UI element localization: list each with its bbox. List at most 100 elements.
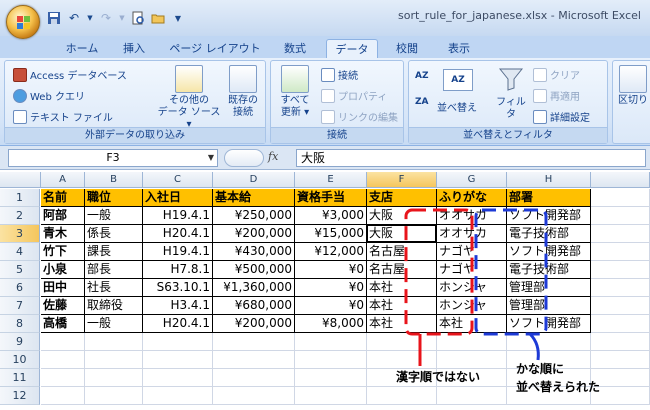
print-preview-icon[interactable]: [130, 10, 146, 26]
data-cell[interactable]: 本社: [437, 315, 507, 333]
access-button[interactable]: Access データベース: [13, 67, 127, 82]
column-header-b[interactable]: B: [85, 172, 143, 188]
data-cell[interactable]: 一般: [85, 315, 143, 333]
row-header-9[interactable]: 9: [0, 333, 40, 351]
header-cell[interactable]: 部署: [507, 189, 591, 207]
data-cell[interactable]: 阿部: [41, 207, 85, 225]
sort-button[interactable]: 並べ替え: [437, 99, 477, 114]
tab-data[interactable]: データ: [326, 39, 378, 58]
data-cell[interactable]: 取締役: [85, 297, 143, 315]
empty-cell[interactable]: [591, 315, 650, 333]
column-header-e[interactable]: E: [295, 172, 367, 188]
tab-page-layout[interactable]: ページ レイアウト: [166, 39, 264, 58]
row-header-10[interactable]: 10: [0, 351, 40, 369]
data-cell[interactable]: 一般: [85, 207, 143, 225]
empty-cell[interactable]: [591, 261, 650, 279]
refresh-all-button[interactable]: すべて 更新 ▾: [275, 65, 315, 119]
select-all-corner[interactable]: [0, 172, 41, 188]
empty-cell[interactable]: [437, 351, 507, 369]
reapply-button[interactable]: 再適用: [533, 88, 580, 103]
data-cell[interactable]: ナゴヤ: [437, 243, 507, 261]
data-cell[interactable]: ¥8,000: [295, 315, 367, 333]
data-cell[interactable]: 課長: [85, 243, 143, 261]
empty-cell[interactable]: [143, 369, 213, 387]
data-cell[interactable]: ナゴヤ: [437, 261, 507, 279]
empty-cell[interactable]: [591, 225, 650, 243]
empty-cell[interactable]: [213, 333, 295, 351]
row-header-4[interactable]: 4: [0, 243, 40, 261]
empty-cell[interactable]: [437, 333, 507, 351]
empty-cell[interactable]: [591, 189, 650, 207]
row-header-5[interactable]: 5: [0, 261, 40, 279]
data-cell[interactable]: 本社: [367, 279, 437, 297]
header-cell[interactable]: 支店: [367, 189, 437, 207]
open-icon[interactable]: [150, 10, 166, 26]
data-cell[interactable]: 田中: [41, 279, 85, 297]
data-cell[interactable]: 管理部: [507, 297, 591, 315]
formula-bar-expand[interactable]: [224, 149, 264, 167]
row-header-2[interactable]: 2: [0, 207, 40, 225]
empty-cell[interactable]: [41, 333, 85, 351]
data-cell[interactable]: 佐藤: [41, 297, 85, 315]
empty-cell[interactable]: [41, 369, 85, 387]
empty-cell[interactable]: [591, 207, 650, 225]
data-cell[interactable]: ¥680,000: [213, 297, 295, 315]
data-cell[interactable]: ¥250,000: [213, 207, 295, 225]
empty-cell[interactable]: [85, 387, 143, 405]
insert-function-icon[interactable]: fx: [268, 150, 278, 163]
tab-review[interactable]: 校閲: [388, 39, 426, 58]
data-cell[interactable]: H20.4.1: [143, 315, 213, 333]
row-header-11[interactable]: 11: [0, 369, 40, 387]
chevron-down-icon[interactable]: ▼: [208, 150, 214, 166]
data-cell[interactable]: ¥1,360,000: [213, 279, 295, 297]
empty-cell[interactable]: [213, 369, 295, 387]
data-cell[interactable]: 名古屋: [367, 243, 437, 261]
data-cell[interactable]: ¥200,000: [213, 225, 295, 243]
connections-button[interactable]: 接続: [321, 67, 358, 82]
column-header-h[interactable]: H: [507, 172, 591, 188]
row-header-1[interactable]: 1: [0, 189, 40, 207]
formula-input[interactable]: 大阪: [296, 149, 646, 167]
data-cell[interactable]: オオサカ: [437, 207, 507, 225]
data-cell[interactable]: 小泉: [41, 261, 85, 279]
header-cell[interactable]: 資格手当: [295, 189, 367, 207]
empty-cell[interactable]: [143, 333, 213, 351]
customize-qat-icon[interactable]: ▼: [170, 10, 186, 26]
other-sources-button[interactable]: その他の データ ソース ▾: [155, 65, 223, 131]
data-cell[interactable]: ¥15,000: [295, 225, 367, 243]
data-cell[interactable]: H20.4.1: [143, 225, 213, 243]
data-cell[interactable]: ホンシャ: [437, 297, 507, 315]
empty-cell[interactable]: [41, 351, 85, 369]
row-header-7[interactable]: 7: [0, 297, 40, 315]
advanced-button[interactable]: 詳細設定: [533, 109, 590, 124]
empty-cell[interactable]: [213, 351, 295, 369]
data-cell[interactable]: 高橋: [41, 315, 85, 333]
existing-connections-button[interactable]: 既存の 接続: [223, 65, 263, 119]
name-box[interactable]: F3 ▼: [8, 149, 218, 167]
data-cell[interactable]: 本社: [367, 297, 437, 315]
edit-links-button[interactable]: リンクの編集: [321, 109, 398, 124]
empty-cell[interactable]: [591, 297, 650, 315]
data-cell[interactable]: H19.4.1: [143, 207, 213, 225]
sort-ascending-button[interactable]: AZ: [415, 71, 429, 81]
empty-cell[interactable]: [295, 387, 367, 405]
empty-cell[interactable]: [367, 387, 437, 405]
filter-button[interactable]: フィルタ: [493, 65, 529, 121]
column-header-a[interactable]: A: [41, 172, 85, 188]
redo-icon[interactable]: ↷: [98, 10, 114, 26]
data-cell[interactable]: 青木: [41, 225, 85, 243]
empty-cell[interactable]: [295, 369, 367, 387]
data-cell[interactable]: 社長: [85, 279, 143, 297]
column-header-d[interactable]: D: [213, 172, 295, 188]
data-cell[interactable]: ¥430,000: [213, 243, 295, 261]
empty-cell[interactable]: [85, 333, 143, 351]
data-cell[interactable]: ¥200,000: [213, 315, 295, 333]
empty-cell[interactable]: [85, 351, 143, 369]
empty-cell[interactable]: [295, 351, 367, 369]
data-cell[interactable]: 大阪: [367, 207, 437, 225]
tab-view[interactable]: 表示: [440, 39, 478, 58]
empty-cell[interactable]: [591, 333, 650, 351]
row-header-12[interactable]: 12: [0, 387, 40, 405]
row-header-8[interactable]: 8: [0, 315, 40, 333]
tab-formulas[interactable]: 数式: [276, 39, 314, 58]
